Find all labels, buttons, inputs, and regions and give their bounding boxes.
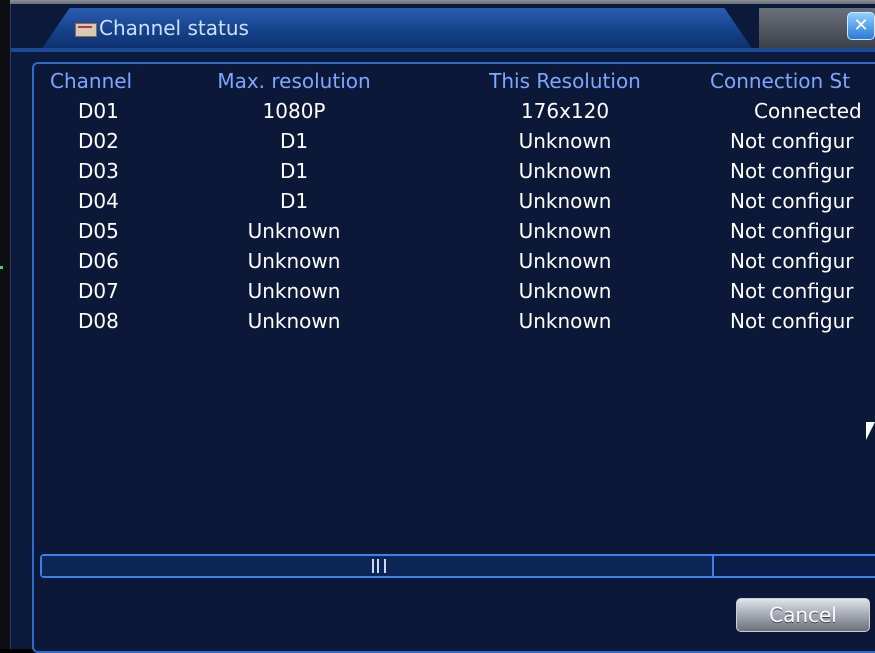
horizontal-scrollbar[interactable]	[40, 554, 875, 578]
grip-icon	[372, 559, 386, 573]
table-row[interactable]: D02 D1 Unknown Not configur	[34, 126, 875, 156]
cell-connection-status: Not configur	[730, 159, 854, 183]
table-header: Channel Max. resolution This Resolution …	[34, 66, 875, 96]
channel-status-dialog: Channel status ✕ Channel Max. resolution…	[10, 4, 875, 653]
cell-this-resolution: Unknown	[518, 309, 612, 333]
cell-connection-status: Not configur	[730, 129, 854, 153]
screen-indicator-dot	[0, 266, 3, 269]
cell-connection-status: Not configur	[730, 249, 854, 273]
mouse-pointer-icon	[866, 422, 875, 440]
close-button[interactable]: ✕	[847, 12, 875, 40]
cell-channel: D03	[78, 159, 119, 183]
close-icon: ✕	[853, 15, 869, 36]
cell-max-resolution: 1080P	[262, 99, 326, 123]
cell-this-resolution: Unknown	[518, 219, 612, 243]
cell-max-resolution: Unknown	[247, 309, 341, 333]
cell-this-resolution: Unknown	[518, 129, 612, 153]
table-row[interactable]: D06 Unknown Unknown Not configur	[34, 246, 875, 276]
cell-this-resolution: Unknown	[518, 279, 612, 303]
cell-channel: D06	[78, 249, 119, 273]
column-header-connection-status[interactable]: Connection St	[710, 66, 875, 96]
status-panel: Channel Max. resolution This Resolution …	[32, 62, 875, 653]
cell-connection-status: Not configur	[730, 279, 854, 303]
title-bar-underline	[11, 48, 875, 52]
cell-connection-status: Not configur	[730, 219, 854, 243]
cell-channel: D07	[78, 279, 119, 303]
table-row[interactable]: D01 1080P 176x120 Connected	[34, 96, 875, 126]
cell-max-resolution: D1	[279, 189, 309, 213]
cell-connection-status: Not configur	[730, 309, 854, 333]
cell-this-resolution: Unknown	[518, 159, 612, 183]
cell-channel: D04	[78, 189, 119, 213]
column-header-channel[interactable]: Channel	[50, 66, 132, 96]
table-row[interactable]: D05 Unknown Unknown Not configur	[34, 216, 875, 246]
column-header-max-resolution[interactable]: Max. resolution	[174, 66, 414, 96]
cell-channel: D01	[78, 99, 119, 123]
channel-table: Channel Max. resolution This Resolution …	[34, 64, 875, 552]
cell-max-resolution: Unknown	[247, 279, 341, 303]
table-row[interactable]: D07 Unknown Unknown Not configur	[34, 276, 875, 306]
envelope-icon	[75, 23, 97, 37]
cell-connection-status: Connected	[754, 99, 862, 123]
scrollbar-thumb[interactable]	[42, 556, 714, 576]
table-row[interactable]: D04 D1 Unknown Not configur	[34, 186, 875, 216]
cell-this-resolution: Unknown	[518, 249, 612, 273]
cell-this-resolution: Unknown	[518, 189, 612, 213]
cell-max-resolution: Unknown	[247, 249, 341, 273]
cell-this-resolution: 176x120	[520, 99, 610, 123]
cell-connection-status: Not configur	[730, 189, 854, 213]
column-header-this-resolution[interactable]: This Resolution	[454, 66, 676, 96]
cell-max-resolution: D1	[279, 159, 309, 183]
screen-left-edge	[0, 0, 10, 649]
cell-channel: D02	[78, 129, 119, 153]
cell-channel: D05	[78, 219, 119, 243]
cell-max-resolution: Unknown	[247, 219, 341, 243]
cell-channel: D08	[78, 309, 119, 333]
dialog-title: Channel status	[99, 16, 249, 40]
table-row[interactable]: D08 Unknown Unknown Not configur	[34, 306, 875, 336]
cancel-button[interactable]: Cancel	[736, 598, 870, 632]
table-row[interactable]: D03 D1 Unknown Not configur	[34, 156, 875, 186]
cell-max-resolution: D1	[279, 129, 309, 153]
